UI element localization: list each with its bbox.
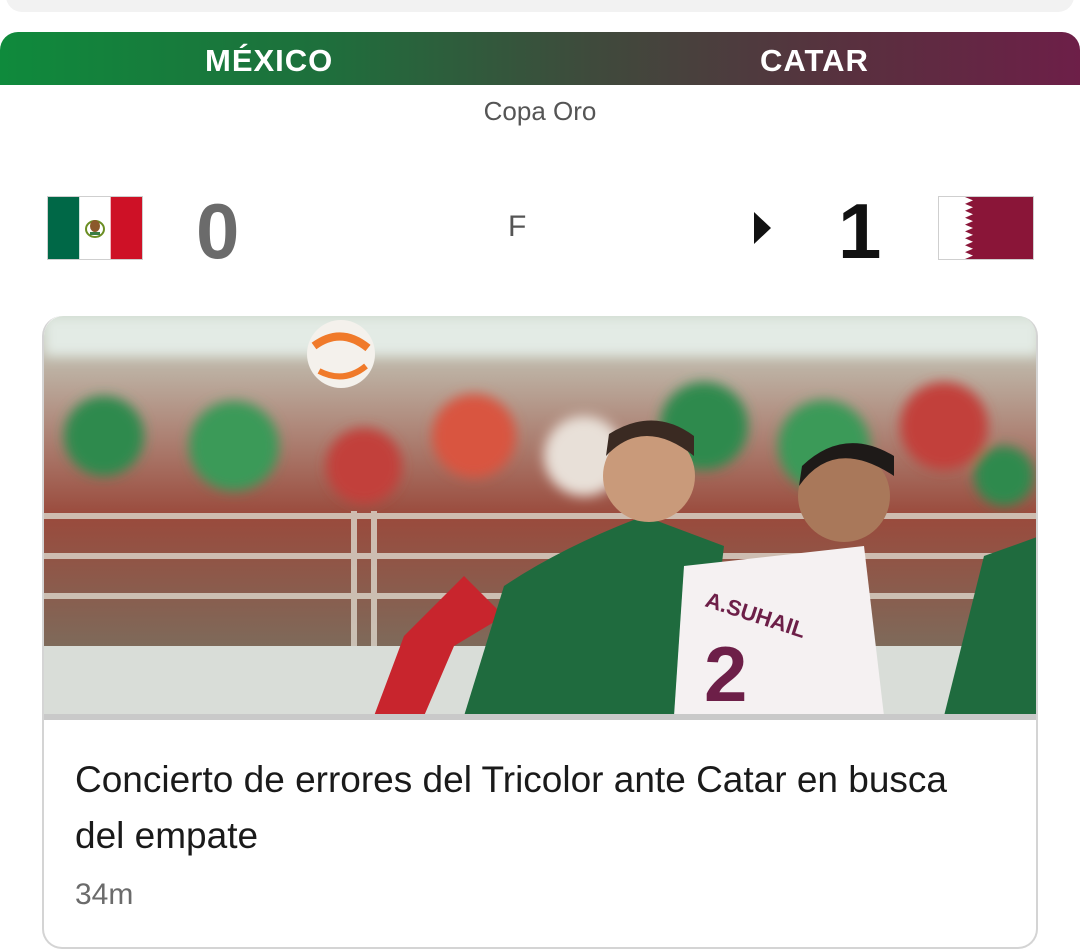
qatar-flag-icon[interactable] <box>938 196 1034 260</box>
news-image[interactable]: A.SUHAIL 2 <box>44 316 1036 716</box>
news-card[interactable]: A.SUHAIL 2 Concierto de errores del Tric… <box>42 316 1038 949</box>
previous-card-edge <box>6 0 1074 12</box>
team-banner: MÉXICO CATAR <box>0 32 1080 85</box>
home-team-name[interactable]: MÉXICO <box>205 32 333 85</box>
news-headline[interactable]: Concierto de errores del Tricolor ante C… <box>75 752 975 864</box>
away-score: 1 <box>838 187 882 275</box>
mexico-flag-icon[interactable] <box>47 196 143 260</box>
svg-text:2: 2 <box>704 630 747 716</box>
match-status: F <box>508 210 527 243</box>
news-timestamp: 34m <box>75 878 134 911</box>
image-divider <box>44 714 1036 720</box>
top-strip <box>0 0 1080 32</box>
competition-name[interactable]: Copa Oro <box>0 96 1080 127</box>
away-team-name[interactable]: CATAR <box>760 32 869 85</box>
home-score: 0 <box>196 187 240 275</box>
triangle-right-icon <box>754 212 771 244</box>
